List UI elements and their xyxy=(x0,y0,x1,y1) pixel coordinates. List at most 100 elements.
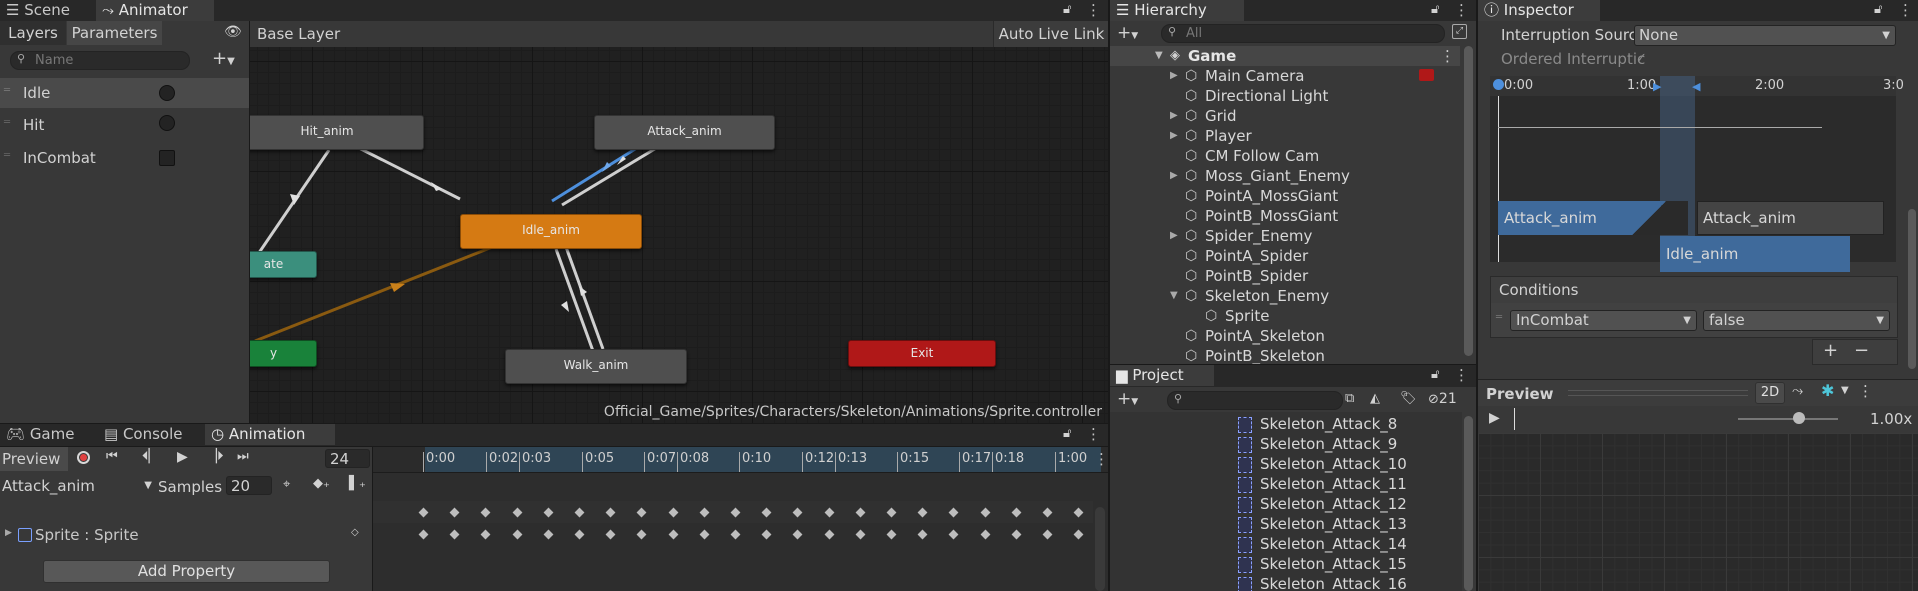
hierarchy-item[interactable]: ⬡ CM Follow Cam xyxy=(1110,146,1460,166)
tab-animator[interactable]: ⤳ Animator xyxy=(96,0,214,21)
state-node-attack[interactable]: Attack_anim xyxy=(594,115,775,150)
speed-slider[interactable] xyxy=(1738,418,1838,420)
add-keyframe-icon[interactable]: ◆₊ xyxy=(313,476,330,491)
dopesheet[interactable]: 0:00 0:02 0:03 0:05 0:07 0:08 0:10 0:12 0:13 0:15… xyxy=(373,447,1108,591)
hierarchy-item[interactable]: ⬡ PointA_Spider xyxy=(1110,246,1460,266)
transition-idle-to-walk[interactable] xyxy=(554,248,595,352)
chevron-right-icon[interactable]: ▶ xyxy=(1170,106,1178,126)
condition-value-dropdown[interactable]: false ▼ xyxy=(1703,310,1890,331)
parameter-search-input[interactable]: ⚲ Name xyxy=(10,51,190,70)
tab-scene[interactable]: ☰ Scene xyxy=(0,0,76,21)
keyframe[interactable] xyxy=(761,529,772,540)
more-menu-icon[interactable]: ⋮ xyxy=(1086,424,1101,444)
hierarchy-item[interactable]: ⬡ PointA_Skeleton xyxy=(1110,326,1460,346)
keyframe[interactable] xyxy=(948,529,959,540)
keyframe[interactable] xyxy=(636,529,647,540)
time-ruler[interactable]: 0:00 0:02 0:03 0:05 0:07 0:08 0:10 0:12 0:13 0:15… xyxy=(373,447,1108,473)
add-event-icon[interactable]: ▌₊ xyxy=(349,476,366,491)
vertical-scrollbar[interactable] xyxy=(1095,507,1105,591)
chevron-open-icon[interactable]: ▼ xyxy=(1170,286,1178,306)
state-node-entry[interactable]: y xyxy=(250,340,317,367)
hierarchy-search-input[interactable]: ⚲ All xyxy=(1161,24,1445,43)
search-by-type-icon[interactable]: ⧉ xyxy=(1345,391,1354,406)
record-button[interactable] xyxy=(77,451,90,464)
clip-bar-attack-2[interactable]: Attack_anim xyxy=(1697,201,1884,235)
hierarchy-item[interactable]: ⬡ PointB_Spider xyxy=(1110,266,1460,286)
drag-handle-icon[interactable]: ═ xyxy=(4,150,10,161)
hierarchy-item[interactable]: ▶ ⬡ Grid xyxy=(1110,106,1460,126)
bool-checkbox[interactable] xyxy=(159,150,175,166)
hierarchy-item[interactable]: ▶ ⬡ Moss_Giant_Enemy xyxy=(1110,166,1460,186)
more-menu-icon[interactable]: ⋮ xyxy=(1454,0,1469,20)
create-button[interactable]: +▼ xyxy=(1117,23,1138,43)
keyframe[interactable] xyxy=(1011,529,1022,540)
hierarchy-item[interactable]: ⬡ PointA_MossGiant xyxy=(1110,186,1460,206)
more-menu-icon[interactable]: ⋮ xyxy=(1440,46,1455,66)
transition-any-to-hit[interactable] xyxy=(250,149,331,267)
add-parameter-button[interactable]: +▼ xyxy=(212,48,235,69)
drag-handle-icon[interactable]: ═ xyxy=(4,85,10,96)
hierarchy-item[interactable]: ▼ ⬡ Skeleton_Enemy xyxy=(1110,286,1460,306)
playhead-marker-icon[interactable] xyxy=(1493,79,1504,90)
hierarchy-item[interactable]: ⬡ PointB_Skeleton xyxy=(1110,346,1460,364)
subtab-layers[interactable]: Layers xyxy=(0,21,66,45)
keyframe[interactable] xyxy=(730,529,741,540)
transition-attack-to-idle[interactable] xyxy=(551,139,649,203)
transition-idle-to-attack[interactable] xyxy=(561,145,659,207)
transition-hit-to-idle[interactable] xyxy=(352,143,461,201)
transition-start-marker-icon[interactable]: ▶ xyxy=(1653,80,1661,93)
chevron-right-icon[interactable]: ▶ xyxy=(1170,126,1178,146)
keyframe[interactable] xyxy=(824,529,835,540)
interruption-source-dropdown[interactable]: None ▼ xyxy=(1634,25,1896,46)
transition-timeline[interactable]: 0:00 1:00 2:00 3:0 ▶ ◀ Attack_anim Attac… xyxy=(1490,76,1904,272)
keyframe[interactable] xyxy=(886,529,897,540)
more-menu-icon[interactable]: ⋮ xyxy=(1086,0,1101,20)
avatar-icon[interactable]: ✱ xyxy=(1821,381,1834,400)
keyframe-diamond-icon[interactable]: ◇ xyxy=(351,527,359,538)
tab-hierarchy[interactable]: ☰ Hierarchy xyxy=(1110,0,1244,21)
lock-icon[interactable]: 🔓︎ xyxy=(1431,2,1439,17)
state-node-idle[interactable]: Idle_anim xyxy=(460,214,642,249)
parameter-row-incombat[interactable]: ═ InCombat xyxy=(0,142,249,172)
animator-graph[interactable]: Base Layer Auto Live Link Hit_anim Attac… xyxy=(250,21,1108,423)
keyframe[interactable] xyxy=(980,529,991,540)
eye-icon[interactable]: 👁︎ xyxy=(224,24,242,40)
more-menu-icon[interactable]: ⋮ xyxy=(1898,0,1913,20)
drag-handle-icon[interactable]: ═ xyxy=(1496,312,1502,323)
keyframe[interactable] xyxy=(418,529,429,540)
trigger-toggle[interactable] xyxy=(159,115,175,131)
hidden-packages-icon[interactable]: ⊘21 xyxy=(1428,391,1457,407)
keyframe[interactable] xyxy=(574,529,585,540)
keyframe[interactable] xyxy=(668,529,679,540)
ordered-interruption-checkbox[interactable]: ✓ xyxy=(1636,51,1647,66)
transition-end-marker-icon[interactable]: ◀ xyxy=(1692,80,1700,93)
preview-toggle[interactable]: Preview xyxy=(0,447,68,471)
preview-scrubber[interactable] xyxy=(1514,408,1515,430)
frame-input[interactable]: 24 xyxy=(325,449,370,468)
keyframe[interactable] xyxy=(480,529,491,540)
tab-inspector[interactable]: ⓘ Inspector xyxy=(1478,0,1600,21)
more-menu-icon[interactable]: ⋮ xyxy=(1858,382,1873,400)
state-node-walk[interactable]: Walk_anim xyxy=(505,349,687,384)
mode-2d-button[interactable]: 2D xyxy=(1755,382,1785,404)
more-menu-icon[interactable]: ⋮ xyxy=(1454,365,1469,385)
last-key-icon[interactable]: ⏭ xyxy=(237,449,249,464)
preview-viewport[interactable] xyxy=(1478,433,1918,591)
tab-animation[interactable]: ◷ Animation xyxy=(205,424,335,445)
state-node-hit[interactable]: Hit_anim xyxy=(250,115,424,150)
keyframe[interactable] xyxy=(792,529,803,540)
transition-walk-to-idle[interactable] xyxy=(564,246,605,350)
keyframe[interactable] xyxy=(605,529,616,540)
parameter-row-hit[interactable]: ═ Hit xyxy=(0,110,249,140)
add-property-button[interactable]: Add Property xyxy=(43,560,330,583)
hierarchy-item[interactable]: ▶ ⬡ Main Camera xyxy=(1110,66,1460,86)
state-node-exit[interactable]: Exit xyxy=(848,340,996,367)
state-node-any-state[interactable]: ate xyxy=(250,251,317,278)
drag-bar[interactable] xyxy=(1568,390,1748,396)
hierarchy-item[interactable]: ▶ ⬡ Player xyxy=(1110,126,1460,146)
trigger-toggle[interactable] xyxy=(159,85,175,101)
inspector-scrollbar[interactable] xyxy=(1908,209,1916,369)
hierarchy-item[interactable]: ⬡ Directional Light xyxy=(1110,86,1460,106)
lock-icon[interactable]: 🔓︎ xyxy=(1063,426,1071,441)
lock-icon[interactable]: 🔓︎ xyxy=(1874,2,1882,17)
